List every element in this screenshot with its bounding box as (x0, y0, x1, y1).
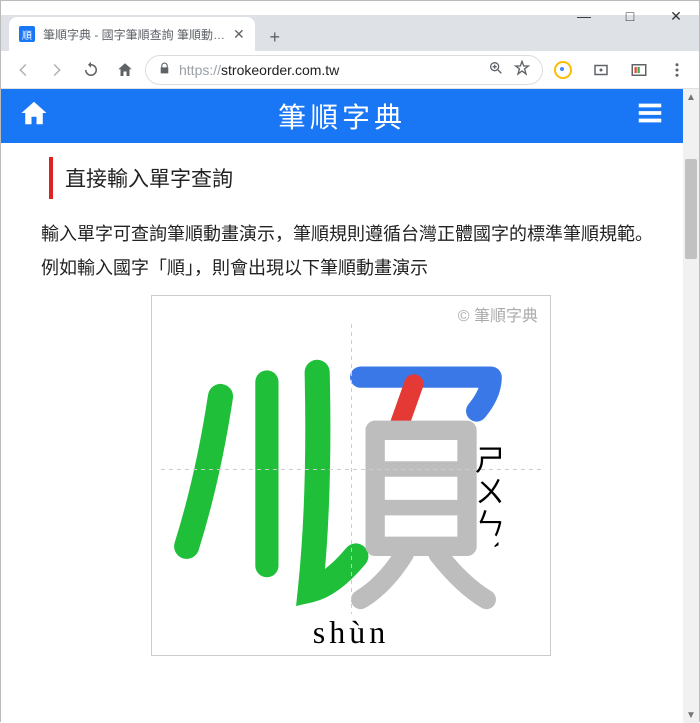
window-close-button[interactable]: ✕ (653, 1, 699, 31)
stroke-order-card: © 筆順字典 (151, 295, 551, 656)
forward-button[interactable] (43, 56, 71, 84)
reload-button[interactable] (77, 56, 105, 84)
scroll-down-icon[interactable]: ▼ (683, 707, 699, 723)
bookmark-star-icon[interactable] (514, 60, 530, 79)
site-title: 筆順字典 (49, 96, 635, 136)
pinyin-text: shùn (152, 614, 550, 655)
extension-icon-3[interactable] (625, 56, 653, 84)
back-button[interactable] (9, 56, 37, 84)
scroll-up-icon[interactable]: ▲ (683, 89, 699, 105)
home-button[interactable] (111, 56, 139, 84)
scroll-thumb[interactable] (685, 159, 697, 259)
chrome-menu-icon[interactable] (663, 56, 691, 84)
card-watermark: © 筆順字典 (458, 302, 538, 326)
zhuyin-text: ㄕㄨㄣˋ (469, 444, 504, 552)
page-content: 筆順字典 直接輸入單字查詢 輸入單字可查詢筆順動畫演示，筆順規則遵循台灣正體國字… (1, 89, 683, 723)
glyph-box: ㄕㄨㄣˋ (161, 324, 541, 614)
site-header: 筆順字典 (1, 89, 683, 143)
tab-title: 筆順字典 - 國字筆順查詢 筆順動… (43, 26, 225, 43)
extension-icon-1[interactable] (549, 56, 577, 84)
browser-tab[interactable]: 順 筆順字典 - 國字筆順查詢 筆順動… ✕ (9, 17, 255, 51)
browser-toolbar: https://strokeorder.com.tw (1, 51, 699, 89)
section-heading: 直接輸入單字查詢 (49, 157, 653, 199)
window-maximize-button[interactable]: □ (607, 1, 653, 31)
address-bar[interactable]: https://strokeorder.com.tw (145, 55, 543, 85)
tab-close-icon[interactable]: ✕ (233, 26, 245, 43)
extension-icon-2[interactable] (587, 56, 615, 84)
zoom-icon[interactable] (488, 60, 504, 79)
browser-tabstrip: — □ ✕ 順 筆順字典 - 國字筆順查詢 筆順動… ✕ + (1, 15, 699, 51)
tab-favicon: 順 (19, 26, 35, 42)
section-description: 輸入單字可查詢筆順動畫演示，筆順規則遵循台灣正體國字的標準筆順規範。例如輸入國字… (41, 217, 653, 285)
grid-vertical (351, 324, 352, 614)
url-text: https://strokeorder.com.tw (179, 62, 339, 78)
window-minimize-button[interactable]: — (561, 1, 607, 31)
vertical-scrollbar[interactable]: ▲ ▼ (683, 89, 699, 723)
hamburger-menu-icon[interactable] (635, 98, 665, 135)
lock-icon (158, 62, 171, 78)
home-icon[interactable] (19, 98, 49, 135)
new-tab-button[interactable]: + (261, 23, 289, 51)
